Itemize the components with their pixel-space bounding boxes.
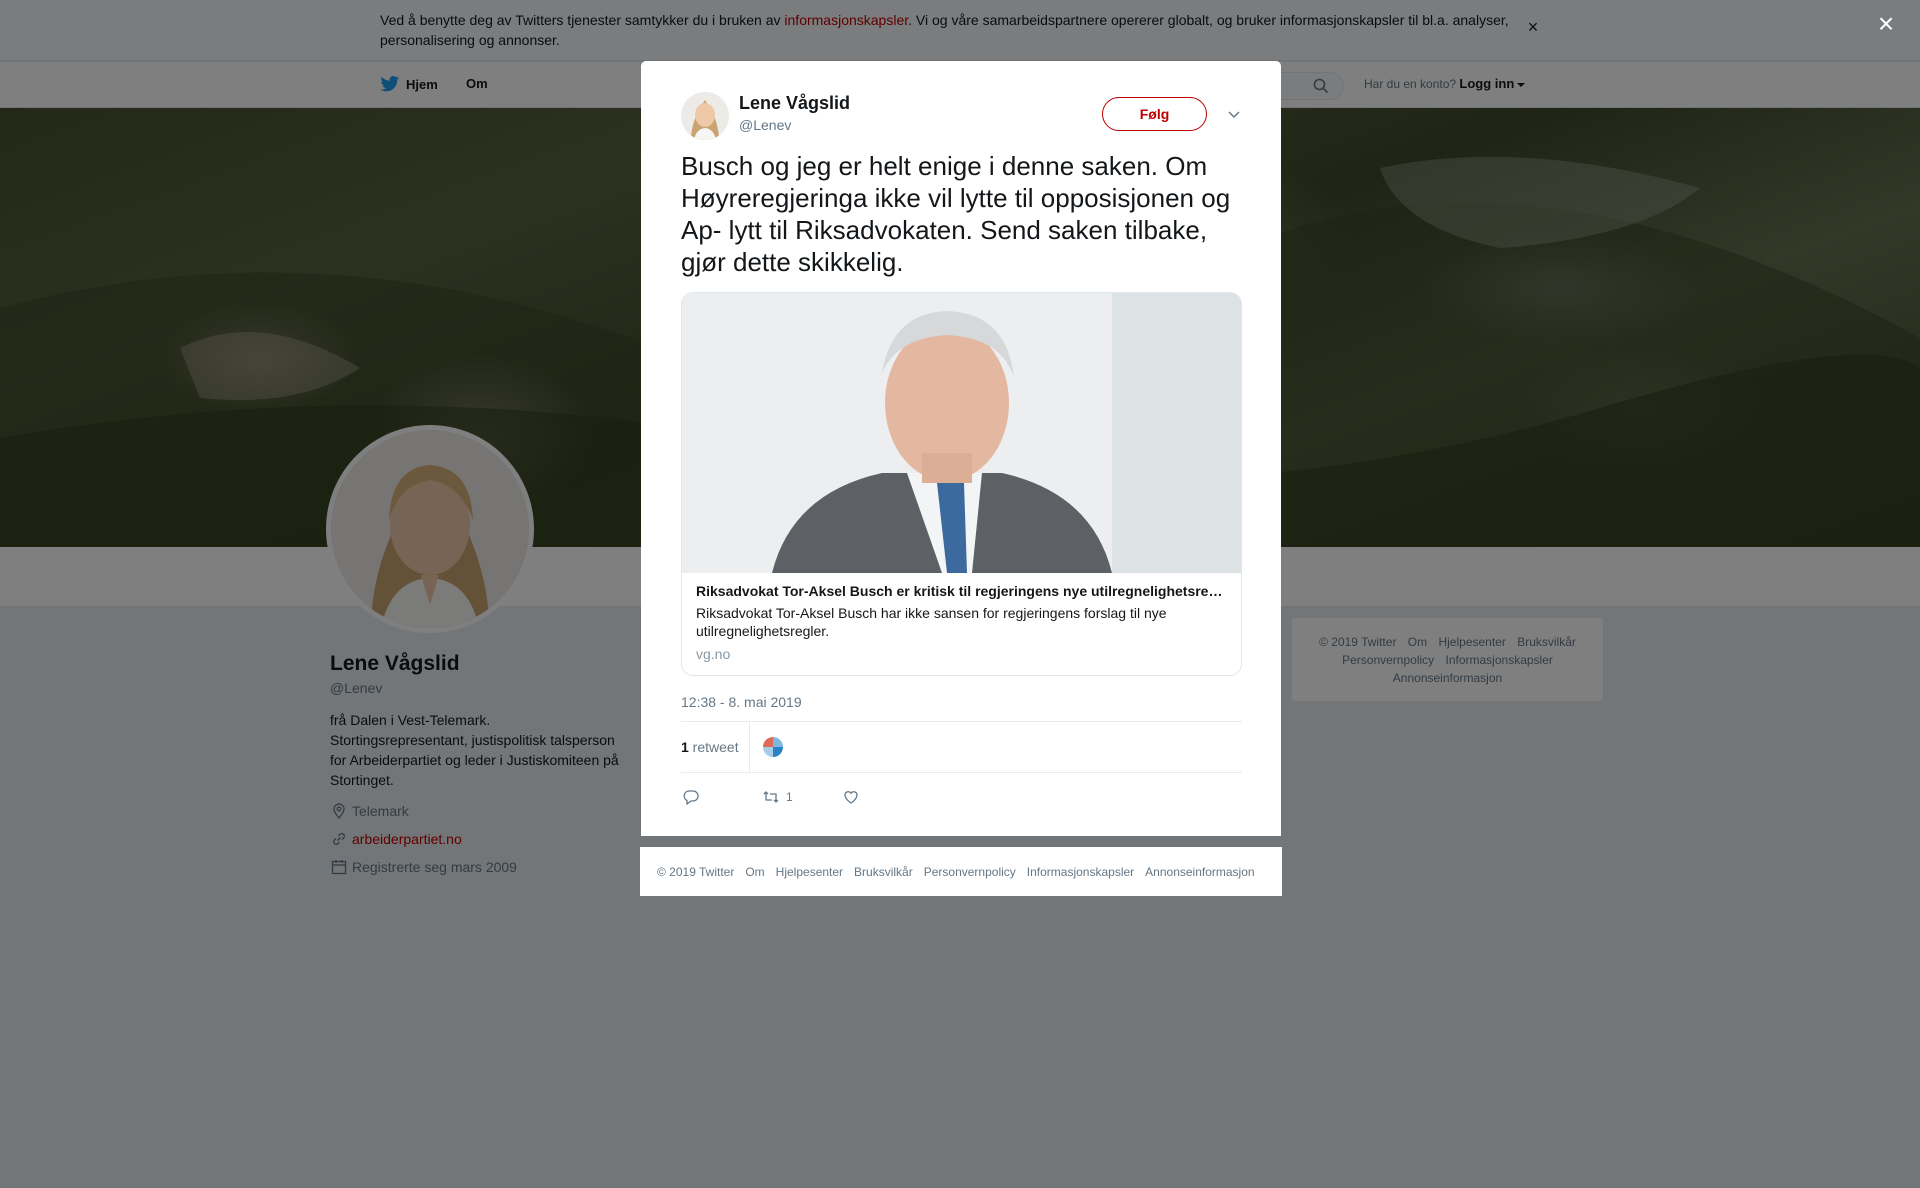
tweet-author-handle[interactable]: @Lenev <box>739 117 791 133</box>
modal-footer-link-om[interactable]: Om <box>745 865 764 879</box>
modal-footer-link-bruksvilkar[interactable]: Bruksvilkår <box>854 865 913 879</box>
follow-button[interactable]: Følg <box>1102 97 1207 131</box>
modal-footer-copyright: © 2019 Twitter <box>657 864 735 879</box>
card-domain: vg.no <box>696 646 731 662</box>
reply-action[interactable] <box>682 788 706 806</box>
tweet-text: Busch og jeg er helt enige i denne saken… <box>681 151 1231 277</box>
retweet-icon <box>763 791 779 803</box>
stats-divider <box>749 722 750 772</box>
card-image <box>682 293 1241 573</box>
retweet-stat[interactable]: 1 retweet <box>681 739 739 755</box>
link-card[interactable]: Riksadvokat Tor-Aksel Busch er kritisk t… <box>681 292 1242 676</box>
retweet-stat-label: retweet <box>688 739 739 755</box>
modal-footer-link-informasjonskapsler[interactable]: Informasjonskapsler <box>1027 865 1134 879</box>
chevron-down-icon[interactable] <box>1226 106 1242 122</box>
modal-footer: © 2019 Twitter Om Hjelpesenter Bruksvilk… <box>640 847 1282 896</box>
tweet-stats: 1 retweet <box>681 721 1242 773</box>
card-title: Riksadvokat Tor-Aksel Busch er kritisk t… <box>696 583 1231 599</box>
card-photo-portrait <box>682 293 1241 573</box>
reply-icon <box>683 790 699 806</box>
tweet-author-avatar[interactable] <box>681 92 729 140</box>
modal-footer-link-annonseinformasjon[interactable]: Annonseinformasjon <box>1145 865 1254 879</box>
heart-icon <box>844 791 858 804</box>
modal-footer-link-personvern[interactable]: Personvernpolicy <box>924 865 1016 879</box>
card-description: Riksadvokat Tor-Aksel Busch har ikke san… <box>696 605 1167 639</box>
retweeter-logo <box>761 735 785 759</box>
author-photo <box>681 92 729 140</box>
tweet-modal: Lene Vågslid @Lenev Følg Busch og jeg er… <box>641 61 1281 836</box>
retweet-count: 1 <box>786 790 793 804</box>
retweeter-avatar[interactable] <box>761 735 785 759</box>
retweet-action[interactable]: 1 <box>762 788 793 806</box>
retweet-stat-count: 1 <box>681 739 689 755</box>
tweet-timestamp[interactable]: 12:38 - 8. mai 2019 <box>681 694 802 710</box>
like-action[interactable] <box>842 788 866 806</box>
tweet-author-name[interactable]: Lene Vågslid <box>739 93 850 114</box>
modal-footer-link-hjelpesenter[interactable]: Hjelpesenter <box>776 865 843 879</box>
modal-close-button[interactable]: × <box>1874 10 1898 38</box>
